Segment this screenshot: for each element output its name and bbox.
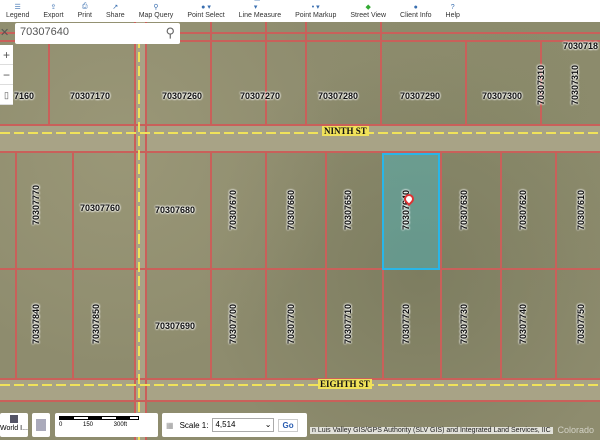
- map-query-button[interactable]: ⚲Map Query: [139, 5, 174, 22]
- ruler-icon: ▭ ▾: [254, 5, 266, 11]
- legend-icon: ☰: [12, 5, 24, 11]
- export-icon: ⇪: [47, 5, 59, 11]
- share-icon: ↗: [109, 5, 121, 11]
- parcel-label[interactable]: 7030718: [563, 41, 598, 51]
- scalebar: 0150300ft: [55, 413, 158, 437]
- zoom-out-button[interactable]: −: [0, 65, 13, 85]
- parcel-label[interactable]: 70307850: [91, 304, 101, 344]
- basemap-thumbnail-icon: [10, 415, 18, 423]
- scale-select[interactable]: 4,514⌄: [212, 418, 274, 432]
- parcel-label[interactable]: 70307740: [518, 304, 528, 344]
- point-markup-button[interactable]: • ▾Point Markup: [295, 5, 336, 22]
- parcel-label[interactable]: 70307700: [228, 304, 238, 344]
- map-icon: [36, 419, 46, 431]
- parcel-label[interactable]: 70307290: [400, 91, 440, 101]
- go-button[interactable]: Go: [278, 419, 297, 432]
- markup-icon: • ▾: [310, 5, 322, 11]
- overview-map-button[interactable]: [32, 413, 50, 437]
- parcel-label[interactable]: 70307620: [518, 190, 528, 230]
- parcel-label[interactable]: 70307280: [318, 91, 358, 101]
- parcel-label[interactable]: 70307840: [31, 304, 41, 344]
- print-button[interactable]: ⎙Print: [78, 5, 92, 22]
- magnifier-icon: ⚲: [150, 5, 162, 11]
- eighth-st-label: EIGHTH ST: [318, 379, 372, 389]
- watermark: Colorado: [557, 425, 594, 435]
- parcel-label[interactable]: 70307710: [343, 304, 353, 344]
- parcel-label[interactable]: 70307610: [576, 190, 586, 230]
- map-canvas[interactable]: NINTH ST EIGHTH ST 7160 70307170 7030726…: [0, 22, 600, 440]
- help-icon: ?: [447, 5, 459, 11]
- parcel-label[interactable]: 70307760: [80, 203, 120, 213]
- parcel-label[interactable]: 70307270: [240, 91, 280, 101]
- client-info-icon: ●: [410, 5, 422, 11]
- print-icon: ⎙: [79, 5, 91, 11]
- parcel-label[interactable]: 70307310: [536, 65, 546, 105]
- toolbar: ☰Legend ⇪Export ⎙Print ↗Share ⚲Map Query…: [0, 0, 600, 22]
- search-icon[interactable]: ⚲: [165, 25, 175, 41]
- close-search-icon[interactable]: ✕: [0, 26, 9, 39]
- basemap-switcher[interactable]: World I...: [0, 413, 28, 437]
- parcel-label[interactable]: 70307690: [155, 321, 195, 331]
- scale-control: ▦ Scale 1: 4,514⌄ Go: [162, 413, 307, 437]
- info-point-icon: ● ▾: [200, 5, 212, 11]
- parcel-label[interactable]: 70307260: [162, 91, 202, 101]
- parcel-label[interactable]: 70307730: [459, 304, 469, 344]
- bookmark-icon[interactable]: ▯: [0, 85, 13, 105]
- ninth-st-label: NINTH ST: [322, 126, 369, 136]
- street-view-icon: ◆: [362, 5, 374, 11]
- parcel-label[interactable]: 70307310: [570, 65, 580, 105]
- client-info-button[interactable]: ●Client Info: [400, 5, 432, 22]
- legend-button[interactable]: ☰Legend: [6, 5, 29, 22]
- zoom-controls: + − ▯: [0, 45, 13, 105]
- eighth-st-road: [0, 378, 600, 400]
- help-button[interactable]: ?Help: [446, 5, 460, 22]
- parcel-label[interactable]: 70307660: [286, 190, 296, 230]
- scale-icon: ▦: [166, 421, 174, 430]
- ninth-st-road: [0, 125, 600, 151]
- parcel-label[interactable]: 70307650: [343, 190, 353, 230]
- parcel-label[interactable]: 7160: [14, 91, 34, 101]
- chevron-down-icon: ⌄: [265, 420, 272, 430]
- parcel-label[interactable]: 70307630: [459, 190, 469, 230]
- export-button[interactable]: ⇪Export: [43, 5, 63, 22]
- parcel-label[interactable]: 70307170: [70, 91, 110, 101]
- parcel-label[interactable]: 70307700: [286, 304, 296, 344]
- point-select-button[interactable]: ● ▾Point Select: [187, 5, 224, 22]
- search-input[interactable]: 70307640 ⚲: [15, 23, 180, 44]
- street-view-button[interactable]: ◆Street View: [350, 5, 386, 22]
- line-measure-button[interactable]: ▭ ▾Line Measure: [239, 5, 281, 22]
- parcel-label[interactable]: 70307680: [155, 205, 195, 215]
- attribution: n Luis Valley GIS/GPS Authority (SLV GIS…: [310, 427, 553, 434]
- parcel-label[interactable]: 70307670: [228, 190, 238, 230]
- share-button[interactable]: ↗Share: [106, 5, 125, 22]
- parcel-label[interactable]: 70307770: [31, 185, 41, 225]
- zoom-in-button[interactable]: +: [0, 45, 13, 65]
- parcel-label[interactable]: 70307720: [401, 304, 411, 344]
- parcel-label[interactable]: 70307300: [482, 91, 522, 101]
- parcel-label[interactable]: 70307750: [576, 304, 586, 344]
